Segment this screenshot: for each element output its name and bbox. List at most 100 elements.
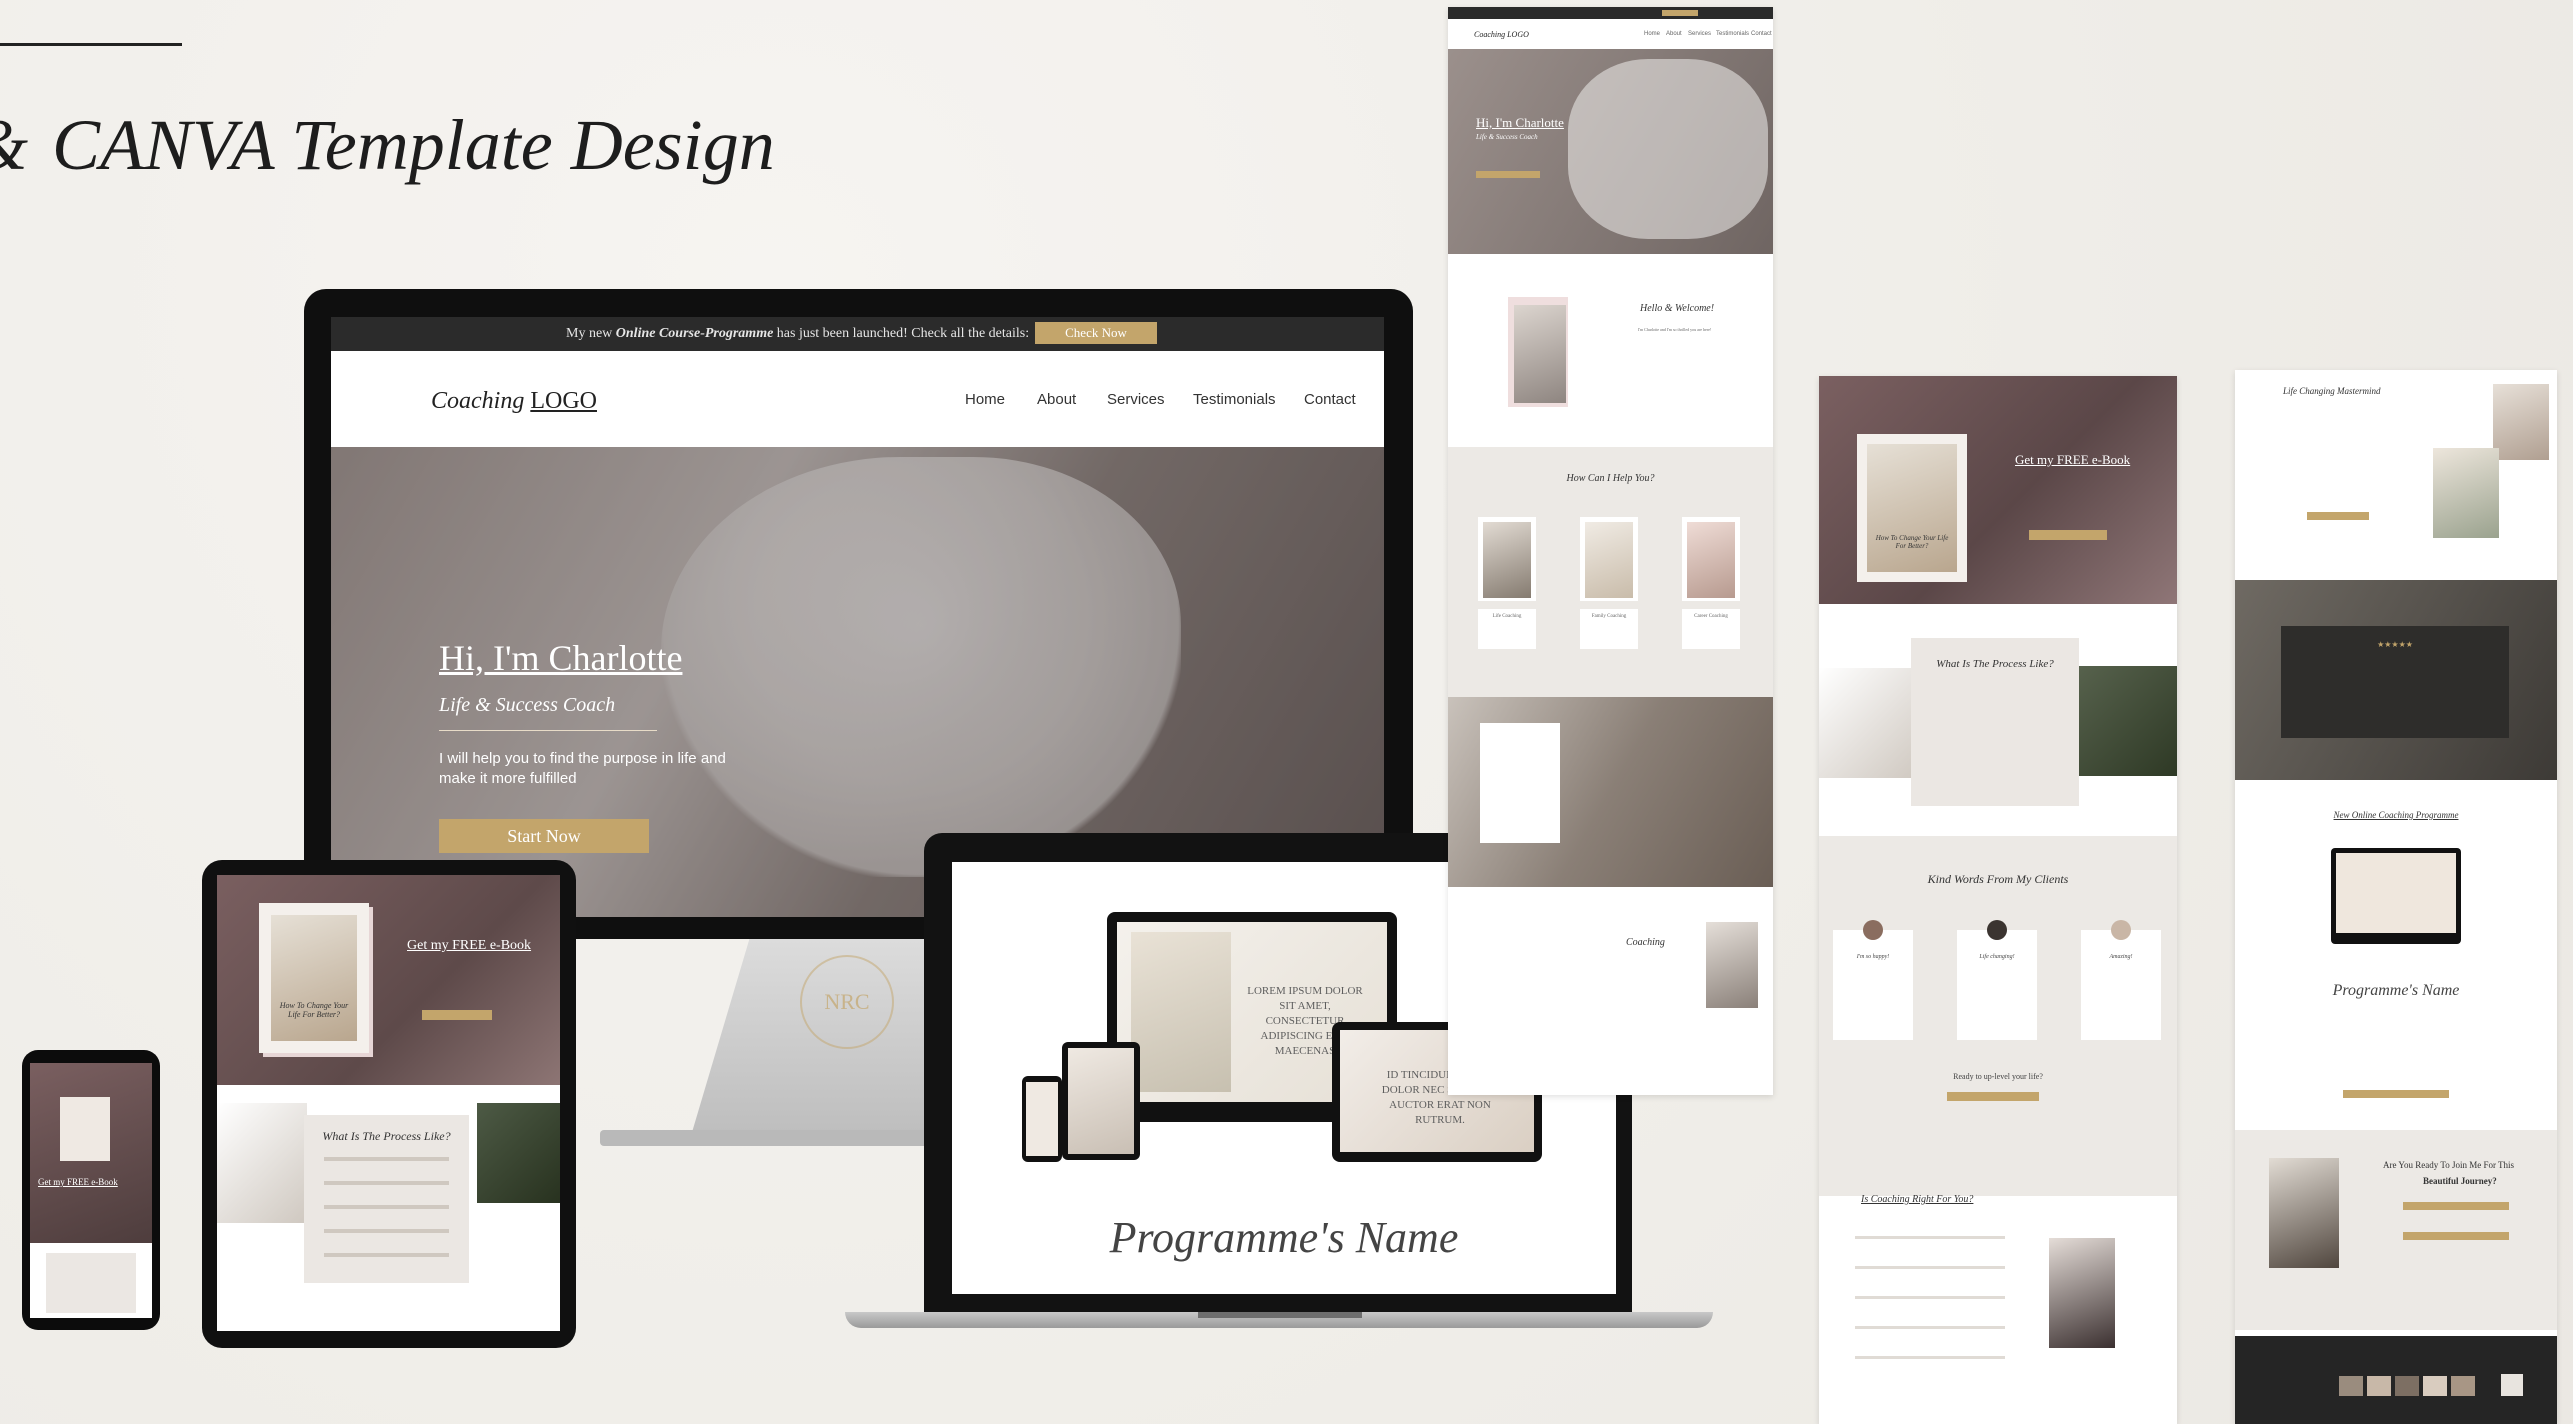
process-line (324, 1205, 449, 1209)
lp1-service-caption-card: Life Coaching (1478, 609, 1536, 649)
lp3-instagram-thumb[interactable] (2395, 1376, 2419, 1396)
mockup-phone (1022, 1076, 1062, 1162)
lp3-new-programme-title: New Online Coaching Programme (2333, 810, 2459, 820)
tablet-screen: How To Change Your Life For Better? Get … (217, 875, 560, 1331)
announcement-suffix: has just been launched! Check all the de… (773, 326, 1030, 341)
site-navbar: Coaching LOGO Home About Services Testim… (331, 351, 1384, 447)
lp1-announcement-bar (1448, 7, 1773, 19)
lp1-service-card[interactable] (1478, 517, 1536, 601)
lp3-testimonial-section: ★★★★★ (2235, 580, 2557, 780)
lp1-logo[interactable]: Coaching LOGO (1474, 30, 1529, 39)
lp2-plant-photo (2077, 666, 2177, 776)
announcement-prefix: My new (566, 326, 616, 341)
lp1-nav-home[interactable]: Home (1644, 31, 1660, 37)
long-page-offer: How To Change Your Life For Better? Get … (1819, 376, 2177, 1424)
lp1-nav-services[interactable]: Services (1688, 31, 1711, 37)
lp3-testimonial-card: ★★★★★ (2281, 626, 2509, 738)
nav-about[interactable]: About (1037, 391, 1076, 408)
lp2-book-call-button[interactable] (1947, 1092, 2039, 1101)
start-now-button[interactable]: Start Now (439, 819, 649, 853)
lp3-programme-script: Programme's Name (2332, 982, 2460, 999)
lp2-check-line (1855, 1296, 2005, 1299)
lp2-testimonial-card: I'm so happy! (1833, 930, 1913, 1040)
tablet-ebook-link[interactable]: Get my FREE e-Book (407, 938, 531, 954)
lp1-service-photo (1585, 522, 1633, 598)
lp1-service-name: Family Coaching (1591, 614, 1627, 619)
lp1-services-section: How Can I Help You? Life Coaching Family… (1448, 447, 1773, 697)
nav-services[interactable]: Services (1107, 391, 1165, 408)
lp1-hero-shirt (1568, 59, 1768, 239)
lp2-right-for-you-title: Is Coaching Right For You? (1861, 1194, 1974, 1205)
lp1-coaching-heading: Coaching (1626, 937, 1665, 948)
lp3-instagram-thumb[interactable] (2451, 1376, 2475, 1396)
heading-text: CANVA Template Design (52, 105, 775, 185)
lp1-service-card[interactable] (1682, 517, 1740, 601)
hero-subtitle: Life & Success Coach (439, 694, 616, 716)
announcement-text: My new Online Course-Programme has just … (566, 326, 1029, 342)
lp2-testimonial-title: Amazing! (2109, 954, 2133, 960)
lp2-kind-words-title: Kind Words From My Clients (1927, 872, 2069, 886)
nav-home[interactable]: Home (965, 391, 1005, 408)
phone-hero: Get my FREE e-Book (30, 1063, 152, 1243)
site-logo[interactable]: Coaching LOGO (431, 388, 597, 415)
lp2-ebook-text: How To Change Your Life For Better? (1875, 534, 1949, 550)
lp1-start-button[interactable] (1476, 171, 1540, 178)
lp1-coaching-photo (1706, 922, 1758, 1008)
ebook-cover-text: How To Change Your Life For Better? (279, 1001, 349, 1019)
phone-process-card (46, 1253, 136, 1313)
nav-testimonials[interactable]: Testimonials (1193, 391, 1276, 408)
lp1-welcome-title: Hello & Welcome! (1640, 303, 1715, 314)
check-now-button[interactable]: Check Now (1035, 322, 1157, 344)
lp1-service-name: Career Coaching (1694, 614, 1728, 619)
lp3-mastermind-photo (2493, 384, 2549, 460)
lp2-ebook-cover: How To Change Your Life For Better? (1857, 434, 1967, 582)
lp2-testimonial-title: Life changing! (1979, 954, 2015, 960)
lp1-service-card[interactable] (1580, 517, 1638, 601)
lp2-client-avatar (1863, 920, 1883, 940)
lp3-mockup-devices (2331, 848, 2461, 944)
lp2-ready-text: Ready to up-level your life? (1953, 1072, 2043, 1081)
lp3-join-button[interactable] (2307, 512, 2369, 520)
lp3-group-photo (2433, 448, 2499, 538)
lp3-mockup-screen (2336, 853, 2456, 933)
mockup-tablet (1062, 1042, 1140, 1160)
lp3-instagram-thumb[interactable] (2423, 1376, 2447, 1396)
lp2-lingerie-photo (2049, 1238, 2115, 1348)
mockup-tablet-screen (1068, 1048, 1134, 1154)
lp2-ebook-link[interactable]: Get my FREE e-Book (2015, 452, 2130, 468)
lp1-nav-testimonials[interactable]: Testimonials (1716, 31, 1749, 37)
lp1-help-title: How Can I Help You? (1566, 473, 1655, 484)
monitor-seal-logo: NRC (800, 955, 894, 1049)
lp3-book-call-button[interactable] (2403, 1202, 2509, 1210)
lp3-enrol-button[interactable] (2343, 1090, 2449, 1098)
process-line (324, 1181, 449, 1185)
laptop-notch (1198, 1312, 1362, 1318)
tablet-ebook-button[interactable] (422, 1010, 492, 1020)
lp2-client-avatar (2111, 920, 2131, 940)
announcement-emphasis: Online Course-Programme (615, 326, 774, 341)
lp2-testimonial-title: I'm so happy! (1856, 954, 1890, 960)
process-line (324, 1229, 449, 1233)
lp3-instagram-thumb[interactable] (2339, 1376, 2363, 1396)
process-title: What Is The Process Like? (322, 1129, 451, 1143)
lp2-check-line (1855, 1266, 2005, 1269)
hero-divider (439, 730, 657, 731)
page-heading: &CANVA Template Design (0, 104, 775, 187)
lp2-ebook-button[interactable] (2029, 530, 2107, 540)
lp3-join-now-button[interactable] (2403, 1232, 2509, 1240)
logo-script: Coaching (431, 388, 525, 414)
lp1-service-name: Life Coaching (1492, 614, 1522, 619)
lp3-journey-section: Are You Ready To Join Me For This Beauti… (2235, 1130, 2557, 1330)
lp1-nav-contact[interactable]: Contact (1751, 31, 1772, 37)
process-card: What Is The Process Like? (304, 1115, 469, 1283)
tablet-plant-photo (477, 1103, 560, 1203)
nav-contact[interactable]: Contact (1304, 391, 1356, 408)
ebook-cover: How To Change Your Life For Better? (259, 903, 369, 1053)
hero-title: Hi, I'm Charlotte (439, 638, 683, 678)
lp3-instagram-thumb[interactable] (2367, 1376, 2391, 1396)
phone-ebook-link[interactable]: Get my FREE e-Book (38, 1177, 118, 1187)
logo-word: LOGO (530, 388, 597, 414)
heading-prefix-fragment: & (0, 105, 28, 185)
lp1-nav-about[interactable]: About (1666, 31, 1682, 37)
lp1-check-button[interactable] (1662, 10, 1698, 16)
